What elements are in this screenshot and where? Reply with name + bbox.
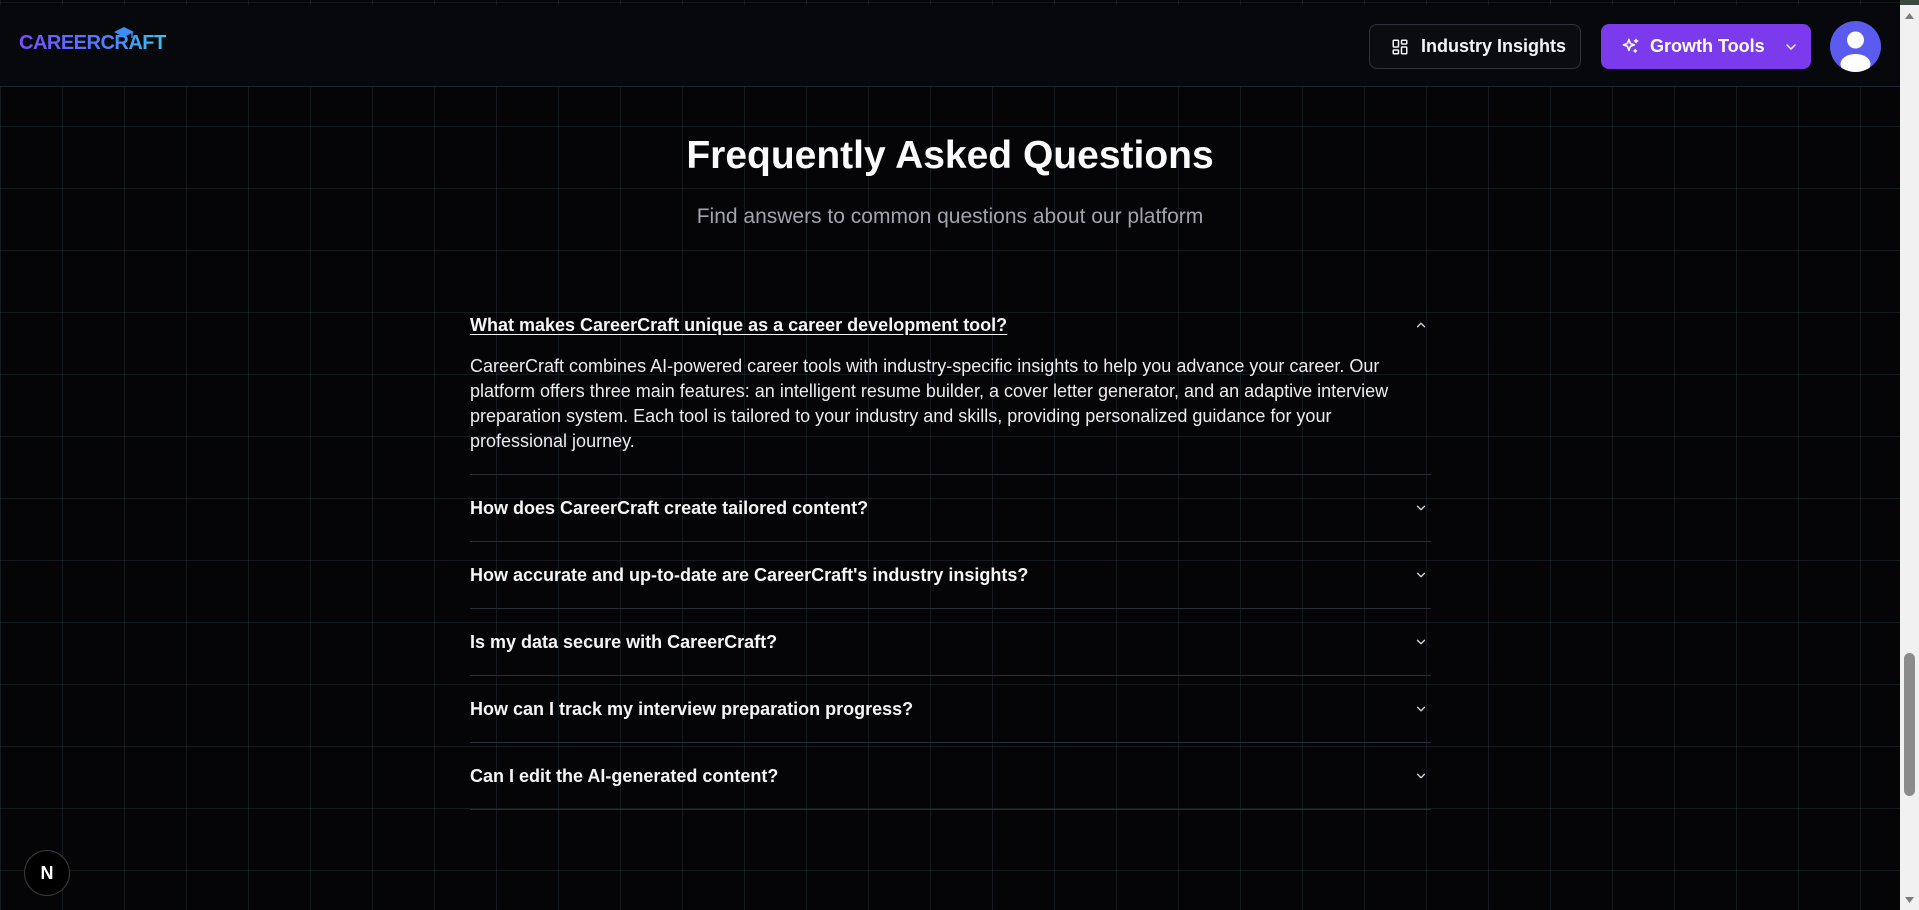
faq-item: How accurate and up-to-date are CareerCr… [470, 542, 1431, 609]
faq-question: What makes CareerCraft unique as a caree… [470, 315, 1008, 335]
site-header: CAREERCRAFT Industry Insights Growth Too… [0, 5, 1900, 87]
chevron-down-icon [1416, 706, 1426, 712]
dev-tools-badge[interactable]: N [24, 850, 70, 896]
faq-title: Frequently Asked Questions [686, 134, 1214, 177]
industry-insights-label: Industry Insights [1421, 36, 1567, 56]
faq-subtitle: Find answers to common questions about o… [696, 205, 1204, 228]
chevron-down-icon [1785, 43, 1796, 50]
faq-answer: CareerCraft combines AI-powered career t… [470, 356, 1389, 451]
user-icon [1840, 31, 1871, 72]
graduation-cap-icon [114, 27, 134, 38]
chevron-down-icon [1416, 572, 1426, 578]
sparkles-icon [1622, 38, 1639, 53]
faq-question-button[interactable]: What makes CareerCraft unique as a caree… [470, 298, 1431, 354]
page-viewport: CAREERCRAFT Industry Insights Growth Too… [0, 0, 1900, 910]
logo[interactable]: CAREERCRAFT [19, 32, 166, 55]
chevron-down-icon [1416, 773, 1426, 779]
scroll-thumb[interactable] [1904, 653, 1915, 796]
user-avatar[interactable] [1830, 21, 1881, 72]
faq-question-button[interactable]: Can I edit the AI-generated content? [470, 743, 1431, 809]
faq-item: How does CareerCraft create tailored con… [470, 475, 1431, 542]
faq-item: Can I edit the AI-generated content? [470, 743, 1431, 810]
faq-question: Can I edit the AI-generated content? [470, 765, 779, 786]
chevron-up-icon [1416, 322, 1426, 328]
scroll-down-arrow[interactable] [1900, 891, 1919, 908]
faq-item: Is my data secure with CareerCraft? [470, 609, 1431, 676]
faq-item: What makes CareerCraft unique as a caree… [470, 298, 1431, 475]
chevron-down-icon [1416, 639, 1426, 645]
faq-question-button[interactable]: Is my data secure with CareerCraft? [470, 609, 1431, 675]
layout-dashboard-icon [1392, 39, 1408, 54]
triangle-down-icon [1905, 896, 1914, 903]
faq-question: How does CareerCraft create tailored con… [470, 497, 869, 518]
faq-accordion: What makes CareerCraft unique as a caree… [470, 298, 1431, 810]
growth-tools-label: Growth Tools [1650, 36, 1765, 56]
faq-question: Is my data secure with CareerCraft? [470, 631, 778, 652]
triangle-up-icon [1905, 12, 1914, 19]
faq-question-button[interactable]: How does CareerCraft create tailored con… [470, 475, 1431, 541]
faq-question: How accurate and up-to-date are CareerCr… [470, 564, 1029, 585]
growth-tools-button[interactable]: Growth Tools [1601, 24, 1811, 69]
faq-question: How can I track my interview preparation… [470, 698, 914, 719]
faq-item: How can I track my interview preparation… [470, 676, 1431, 743]
industry-insights-button[interactable]: Industry Insights [1369, 24, 1581, 69]
faq-question-button[interactable]: How accurate and up-to-date are CareerCr… [470, 542, 1431, 608]
chevron-down-icon [1416, 505, 1426, 511]
page-scrollbar[interactable] [1900, 5, 1919, 910]
faq-question-button[interactable]: How can I track my interview preparation… [470, 676, 1431, 742]
scroll-up-arrow[interactable] [1900, 7, 1919, 24]
